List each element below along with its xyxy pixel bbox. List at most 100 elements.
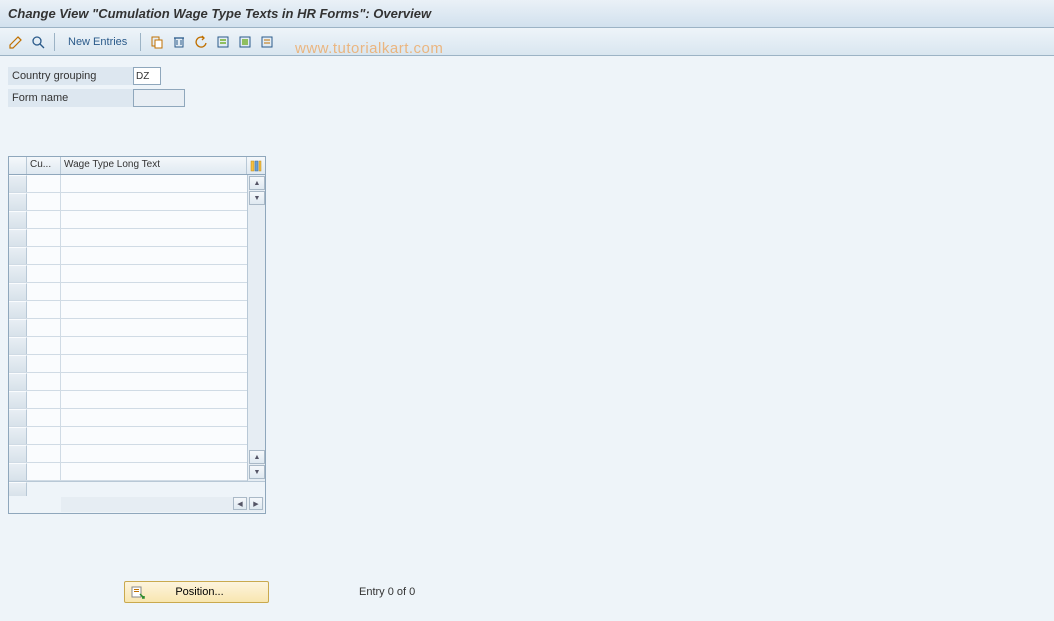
cell-wage-type[interactable] xyxy=(61,445,247,462)
table-row[interactable] xyxy=(9,445,247,463)
cell-wage-type[interactable] xyxy=(61,391,247,408)
delete-icon[interactable] xyxy=(169,32,189,52)
scroll-left-icon[interactable]: ◀ xyxy=(233,497,247,510)
row-selector[interactable] xyxy=(9,211,27,228)
scroll-up-bottom-icon[interactable]: ▲ xyxy=(249,450,265,464)
table-settings-icon[interactable] xyxy=(247,157,265,174)
cell-wage-type[interactable] xyxy=(61,427,247,444)
table-row[interactable] xyxy=(9,265,247,283)
new-entries-button[interactable]: New Entries xyxy=(61,32,134,52)
toolbar-separator xyxy=(54,33,55,51)
cell-wage-type[interactable] xyxy=(61,211,247,228)
cell-cumulation[interactable] xyxy=(27,229,61,246)
column-header-wage-type[interactable]: Wage Type Long Text xyxy=(61,157,247,174)
cell-cumulation[interactable] xyxy=(27,265,61,282)
row-selector[interactable] xyxy=(9,193,27,210)
table-row[interactable] xyxy=(9,409,247,427)
form-name-label: Form name xyxy=(8,89,133,107)
table-row[interactable] xyxy=(9,193,247,211)
cell-cumulation[interactable] xyxy=(27,445,61,462)
table-row[interactable] xyxy=(9,355,247,373)
cell-wage-type[interactable] xyxy=(61,319,247,336)
row-selector[interactable] xyxy=(9,175,27,192)
cell-cumulation[interactable] xyxy=(27,355,61,372)
row-selector[interactable] xyxy=(9,463,27,480)
select-block-icon[interactable] xyxy=(235,32,255,52)
cell-wage-type[interactable] xyxy=(61,337,247,354)
country-grouping-label: Country grouping xyxy=(8,67,133,85)
details-icon[interactable] xyxy=(28,32,48,52)
cell-wage-type[interactable] xyxy=(61,175,247,192)
row-selector[interactable] xyxy=(9,373,27,390)
row-selector[interactable] xyxy=(9,283,27,300)
cell-cumulation[interactable] xyxy=(27,409,61,426)
row-selector[interactable] xyxy=(9,319,27,336)
cell-wage-type[interactable] xyxy=(61,355,247,372)
position-icon xyxy=(131,585,145,599)
undo-change-icon[interactable] xyxy=(191,32,211,52)
cell-wage-type[interactable] xyxy=(61,229,247,246)
scroll-down-icon[interactable]: ▼ xyxy=(249,191,265,205)
table-row[interactable] xyxy=(9,373,247,391)
row-selector[interactable] xyxy=(9,337,27,354)
row-selector[interactable] xyxy=(9,427,27,444)
horizontal-scrollbar[interactable]: ◀ ▶ xyxy=(61,497,264,512)
row-selector[interactable] xyxy=(9,355,27,372)
table-row[interactable] xyxy=(9,427,247,445)
country-grouping-input[interactable] xyxy=(133,67,161,85)
cell-cumulation[interactable] xyxy=(27,463,61,480)
position-button[interactable]: Position... xyxy=(124,581,269,603)
row-selector[interactable] xyxy=(9,409,27,426)
row-selector[interactable] xyxy=(9,301,27,318)
cell-wage-type[interactable] xyxy=(61,409,247,426)
cell-wage-type[interactable] xyxy=(61,193,247,210)
scroll-up-icon[interactable]: ▲ xyxy=(249,176,265,190)
table-row[interactable] xyxy=(9,463,247,481)
row-selector[interactable] xyxy=(9,229,27,246)
vertical-scrollbar[interactable]: ▲ ▼ ▲ ▼ xyxy=(247,175,265,481)
cell-cumulation[interactable] xyxy=(27,337,61,354)
cell-wage-type[interactable] xyxy=(61,247,247,264)
scroll-down-bottom-icon[interactable]: ▼ xyxy=(249,465,265,479)
table-row[interactable] xyxy=(9,301,247,319)
select-all-column-header[interactable] xyxy=(9,157,27,174)
table-row[interactable] xyxy=(9,175,247,193)
table-row[interactable] xyxy=(9,247,247,265)
cell-wage-type[interactable] xyxy=(61,265,247,282)
cell-wage-type[interactable] xyxy=(61,463,247,480)
form-name-row: Form name xyxy=(8,88,1046,108)
cell-cumulation[interactable] xyxy=(27,301,61,318)
cell-cumulation[interactable] xyxy=(27,391,61,408)
form-name-input[interactable] xyxy=(133,89,185,107)
table-row[interactable] xyxy=(9,229,247,247)
deselect-all-icon[interactable] xyxy=(257,32,277,52)
table-row[interactable] xyxy=(9,319,247,337)
table-footer: ◀ ▶ xyxy=(9,481,265,513)
app-toolbar: New Entries xyxy=(0,28,1054,56)
cell-cumulation[interactable] xyxy=(27,247,61,264)
cell-cumulation[interactable] xyxy=(27,283,61,300)
cell-cumulation[interactable] xyxy=(27,211,61,228)
row-selector[interactable] xyxy=(9,247,27,264)
cell-wage-type[interactable] xyxy=(61,301,247,318)
table-row[interactable] xyxy=(9,211,247,229)
copy-as-icon[interactable] xyxy=(147,32,167,52)
cell-cumulation[interactable] xyxy=(27,319,61,336)
row-selector[interactable] xyxy=(9,391,27,408)
scroll-right-icon[interactable]: ▶ xyxy=(249,497,263,510)
select-all-icon[interactable] xyxy=(213,32,233,52)
cell-cumulation[interactable] xyxy=(27,193,61,210)
row-selector[interactable] xyxy=(9,445,27,462)
toggle-change-icon[interactable] xyxy=(6,32,26,52)
cell-cumulation[interactable] xyxy=(27,175,61,192)
column-header-cumulation[interactable]: Cu... xyxy=(27,157,61,174)
cell-cumulation[interactable] xyxy=(27,427,61,444)
table-row[interactable] xyxy=(9,283,247,301)
cell-cumulation[interactable] xyxy=(27,373,61,390)
entry-count-text: Entry 0 of 0 xyxy=(359,586,415,598)
cell-wage-type[interactable] xyxy=(61,283,247,300)
cell-wage-type[interactable] xyxy=(61,373,247,390)
table-row[interactable] xyxy=(9,391,247,409)
table-row[interactable] xyxy=(9,337,247,355)
row-selector[interactable] xyxy=(9,265,27,282)
